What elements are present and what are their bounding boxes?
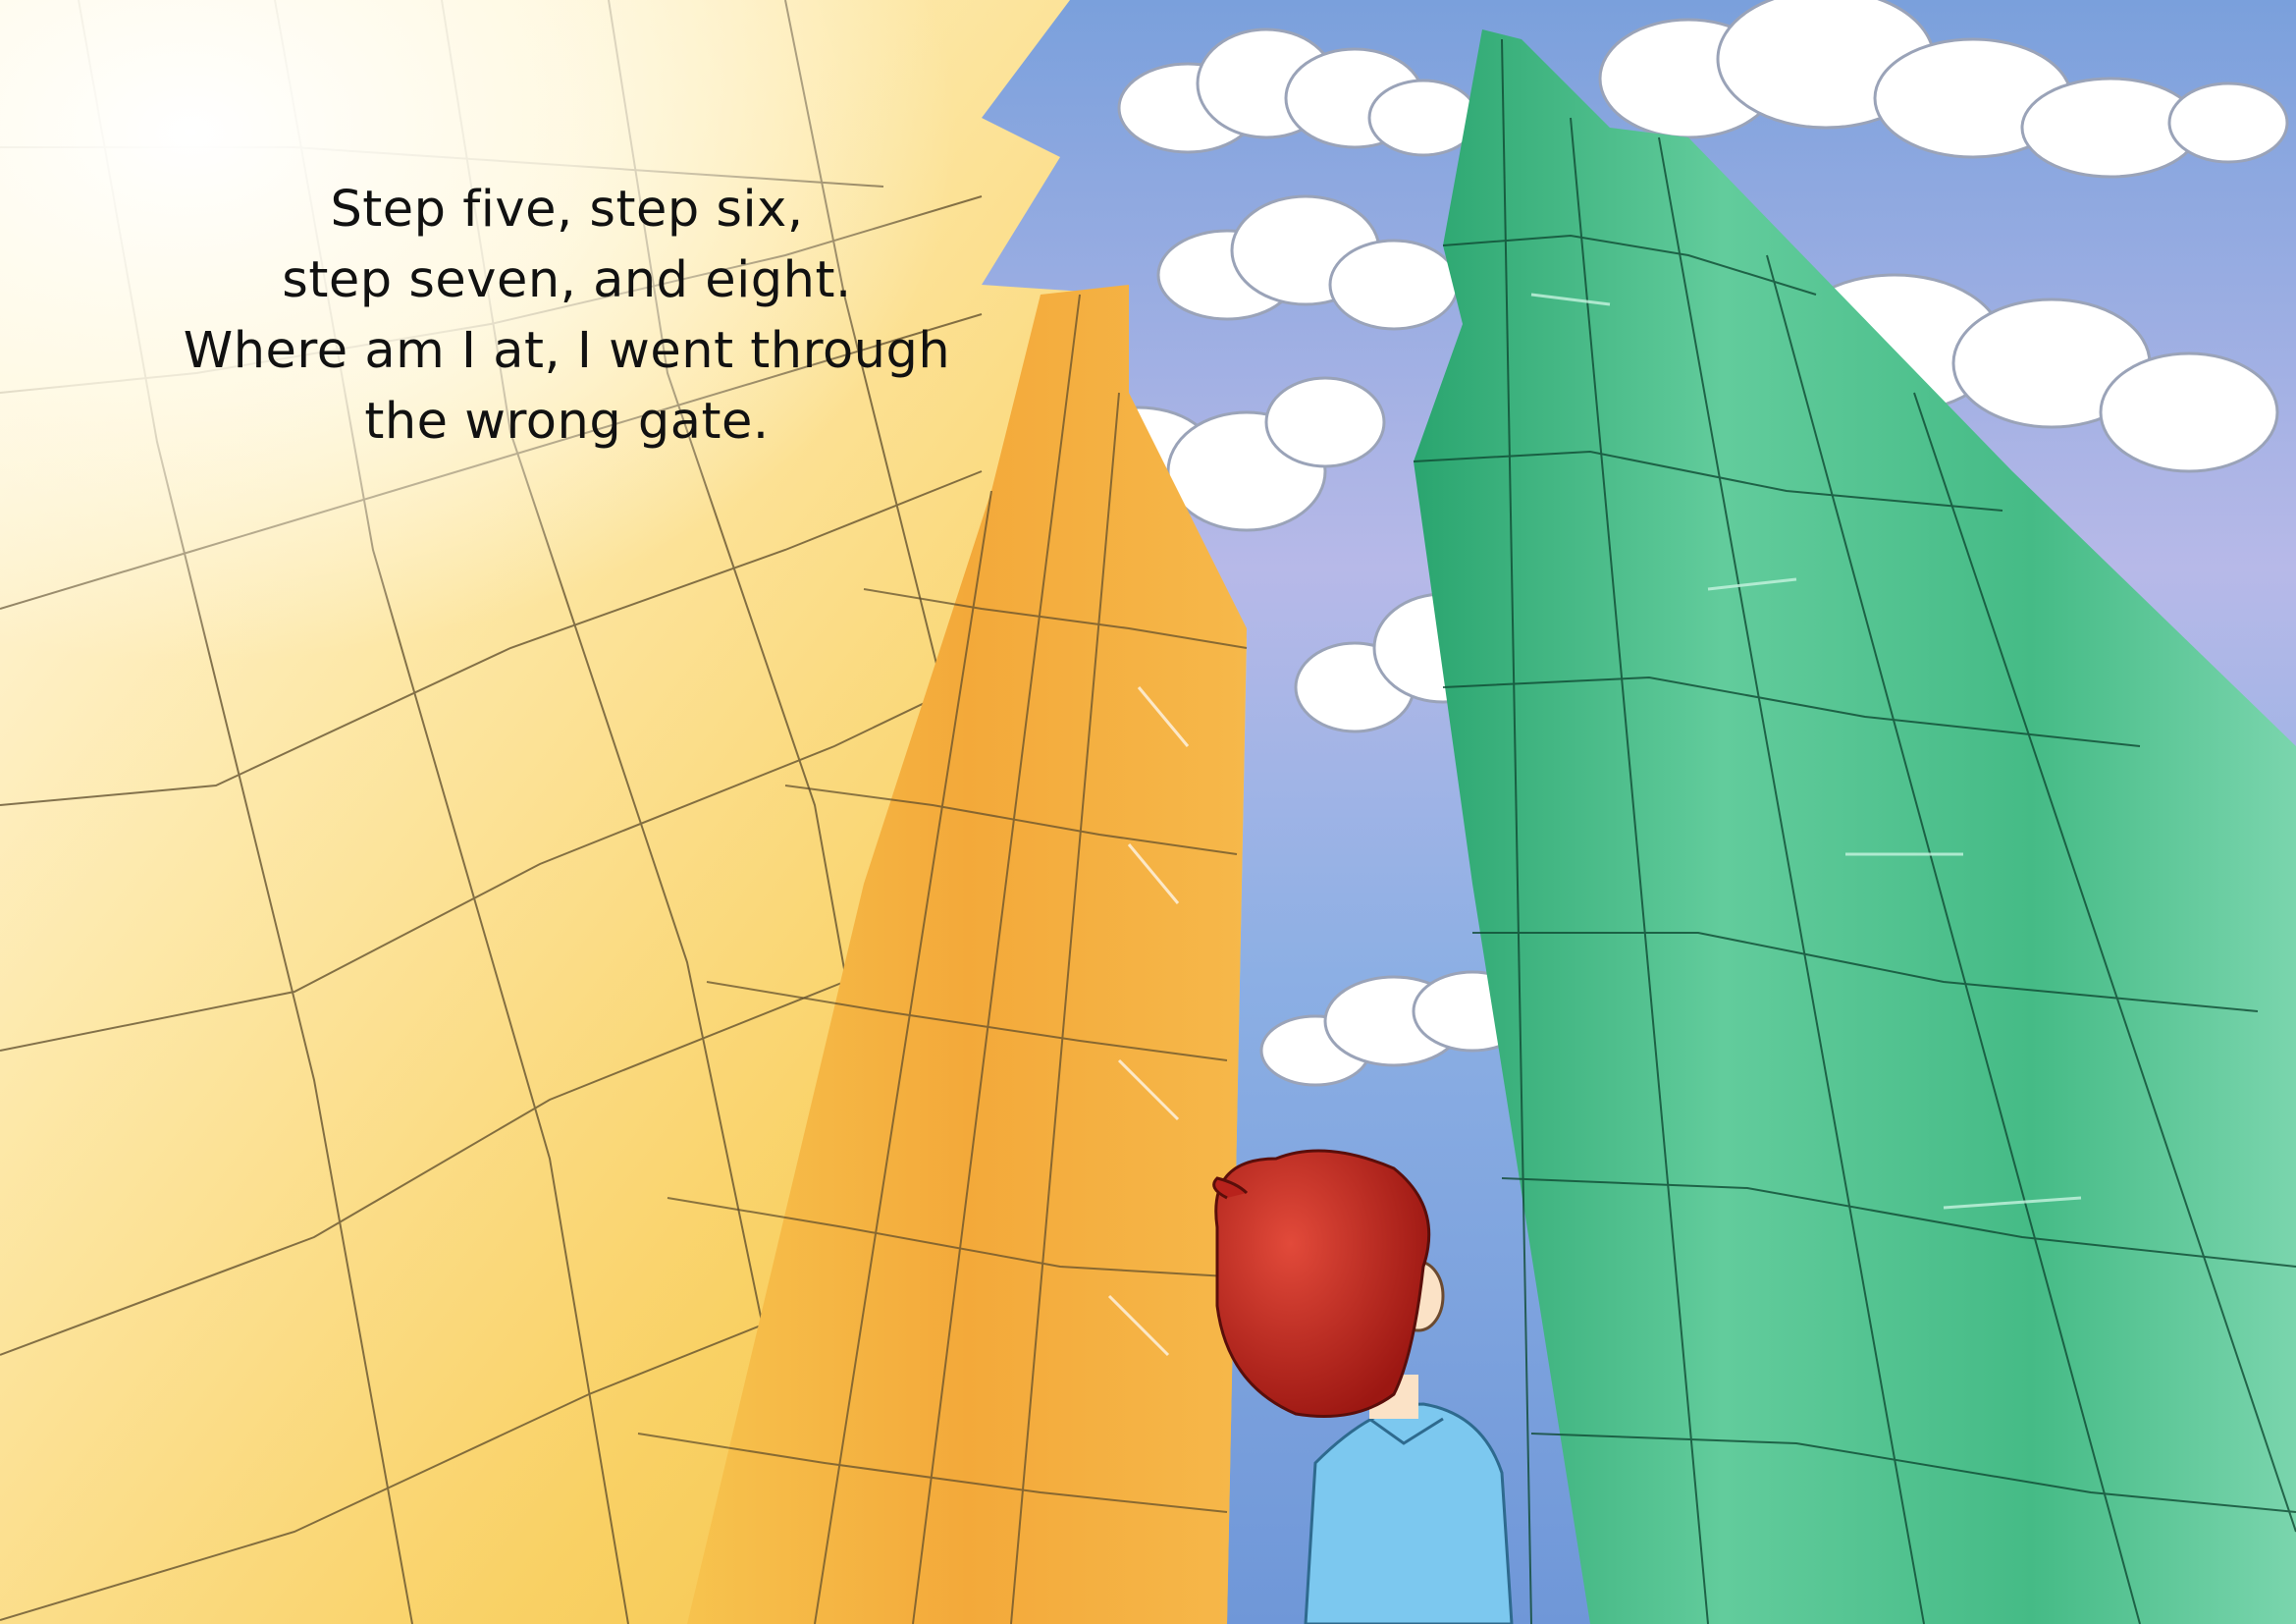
story-text: Step five, step six, step seven, and eig…: [147, 175, 987, 458]
story-line: the wrong gate.: [364, 393, 770, 451]
story-line: Where am I at, I went through: [183, 322, 951, 380]
boy-hair: [1214, 1149, 1431, 1418]
storybook-page: Step five, step six, step seven, and eig…: [0, 0, 2296, 1624]
story-line: step seven, and eight.: [282, 251, 852, 309]
story-line: Step five, step six,: [330, 181, 804, 239]
